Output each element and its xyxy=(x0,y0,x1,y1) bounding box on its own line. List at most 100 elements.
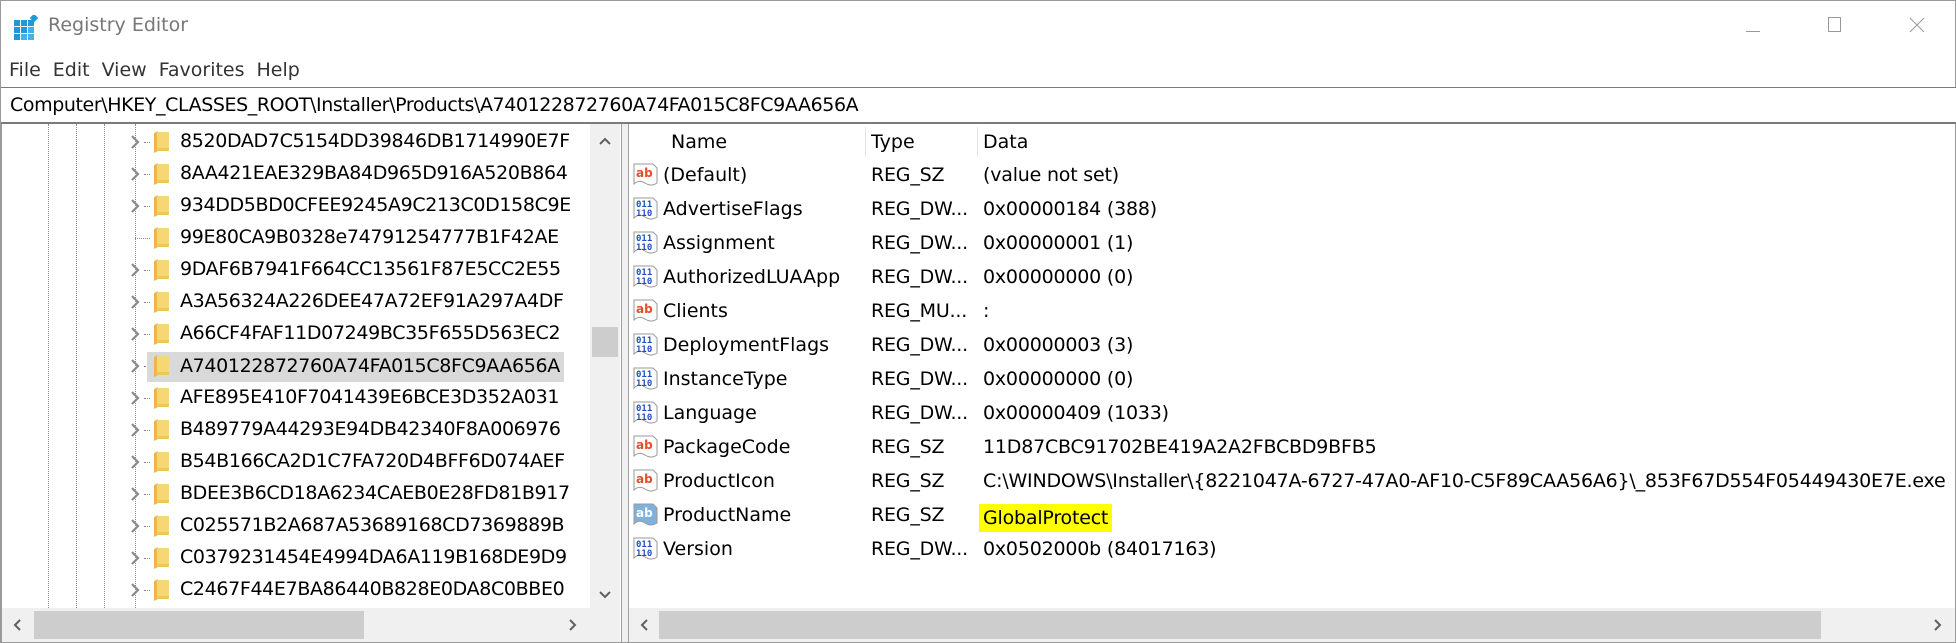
string-value-icon: ab xyxy=(633,435,659,460)
address-path[interactable]: Computer\HKEY_CLASSES_ROOT\Installer\Pro… xyxy=(10,94,859,116)
chevron-right-icon[interactable] xyxy=(128,197,142,215)
value-row[interactable]: ab (Default) REG_SZ (value not set) xyxy=(629,158,1955,192)
value-name: AdvertiseFlags xyxy=(663,198,803,220)
tree-item-label: 934DD5BD0CFEE9245A9C213C0D158C9E xyxy=(180,194,571,216)
value-name: Language xyxy=(663,402,757,424)
menu-bar: File Edit View Favorites Help xyxy=(1,53,1955,87)
close-button[interactable] xyxy=(1877,1,1956,53)
address-bar[interactable]: Computer\HKEY_CLASSES_ROOT\Installer\Pro… xyxy=(1,87,1956,124)
chevron-right-icon[interactable] xyxy=(128,133,142,151)
tree-item[interactable]: A66CF4FAF11D07249BC35F655D563EC2 xyxy=(2,318,588,350)
scroll-right-button[interactable] xyxy=(558,610,588,640)
value-data: 0x00000000 (0) xyxy=(983,266,1134,288)
folder-icon xyxy=(152,195,170,217)
tree-item[interactable]: A3A56324A226DEE47A72EF91A297A4DF xyxy=(2,286,588,318)
chevron-up-icon xyxy=(599,130,611,149)
value-row[interactable]: 011 110 AuthorizedLUAApp REG_DW... 0x0000000… xyxy=(629,260,1955,294)
value-row[interactable]: 011 110 Language REG_DW... 0x00000409 (1033) xyxy=(629,396,1955,430)
column-header-data[interactable]: Data xyxy=(983,131,1028,153)
value-row[interactable]: 011 110 Assignment REG_DW... 0x00000001 (1) xyxy=(629,226,1955,260)
scroll-left-button[interactable] xyxy=(2,610,32,640)
menu-view[interactable]: View xyxy=(97,53,152,87)
tree-horizontal-scrollbar[interactable] xyxy=(2,608,620,642)
chevron-right-icon[interactable] xyxy=(128,357,142,375)
minimize-button[interactable] xyxy=(1713,1,1793,53)
binary-value-icon: 011 110 xyxy=(633,537,659,562)
pane-splitter[interactable] xyxy=(621,124,629,642)
tree-item[interactable]: C2467F44E7BA86440B828E0DA8C0BBE0 xyxy=(2,574,588,606)
string-value-icon: ab xyxy=(633,469,659,494)
value-data: (value not set) xyxy=(983,164,1119,186)
menu-help[interactable]: Help xyxy=(252,53,305,87)
tree-item-label: B54B166CA2D1C7FA720D4BFF6D074AEF xyxy=(180,450,565,472)
scroll-right-button[interactable] xyxy=(1923,610,1953,640)
menu-edit[interactable]: Edit xyxy=(48,53,95,87)
tree-connector xyxy=(135,238,150,239)
tree-item[interactable]: BDEE3B6CD18A6234CAEB0E28FD81B917 xyxy=(2,478,588,510)
chevron-right-icon[interactable] xyxy=(128,421,142,439)
maximize-button[interactable] xyxy=(1795,1,1875,53)
value-type: REG_DW... xyxy=(871,334,968,356)
list-horizontal-scrollbar[interactable] xyxy=(629,608,1955,642)
tree-item[interactable]: 934DD5BD0CFEE9245A9C213C0D158C9E xyxy=(2,190,588,222)
chevron-right-icon[interactable] xyxy=(128,325,142,343)
tree-item[interactable]: B489779A44293E94DB42340F8A006976 xyxy=(2,414,588,446)
value-row[interactable]: 011 110 Version REG_DW... 0x0502000b (840171… xyxy=(629,532,1955,566)
tree-item[interactable]: A740122872760A74FA015C8FC9AA656A xyxy=(2,350,588,382)
svg-text:110: 110 xyxy=(636,209,652,219)
chevron-right-icon[interactable] xyxy=(128,581,142,599)
column-header-type[interactable]: Type xyxy=(871,131,915,153)
chevron-right-icon[interactable] xyxy=(128,165,142,183)
value-name: PackageCode xyxy=(663,436,791,458)
value-row[interactable]: 011 110 DeploymentFlags REG_DW... 0x00000003… xyxy=(629,328,1955,362)
value-row[interactable]: ab ProductName REG_SZ GlobalProtect xyxy=(629,498,1955,532)
value-row[interactable]: 011 110 InstanceType REG_DW... 0x00000000 (0… xyxy=(629,362,1955,396)
column-separator[interactable] xyxy=(977,127,978,157)
scroll-down-button[interactable] xyxy=(590,578,620,608)
maximize-icon xyxy=(1828,17,1842,37)
chevron-right-icon[interactable] xyxy=(128,485,142,503)
tree-item[interactable]: AFE895E410F7041439E6BCE3D352A031 xyxy=(2,382,588,414)
chevron-right-icon[interactable] xyxy=(128,293,142,311)
registry-editor-icon xyxy=(14,13,40,41)
tree-connector xyxy=(144,398,150,399)
value-row[interactable]: 011 110 AdvertiseFlags REG_DW... 0x00000184 … xyxy=(629,192,1955,226)
tree-vertical-scroll-thumb[interactable] xyxy=(592,327,618,357)
tree-connector xyxy=(144,462,150,463)
chevron-right-icon[interactable] xyxy=(128,389,142,407)
tree-item[interactable]: 8520DAD7C5154DD39846DB1714990E7F xyxy=(2,126,588,158)
tree-item[interactable]: 9DAF6B7941F664CC13561F87E5CC2E55 xyxy=(2,254,588,286)
binary-value-icon: 011 110 xyxy=(633,231,659,256)
folder-icon xyxy=(152,131,170,153)
scroll-left-button[interactable] xyxy=(629,610,659,640)
tree-vertical-scrollbar[interactable] xyxy=(590,124,620,608)
tree-item[interactable]: C0379231454E4994DA6A119B168DE9D9 xyxy=(2,542,588,574)
value-type: REG_MU... xyxy=(871,300,968,322)
value-row[interactable]: ab PackageCode REG_SZ 11D87CBC91702BE419A2A… xyxy=(629,430,1955,464)
tree-connector xyxy=(144,430,150,431)
chevron-right-icon[interactable] xyxy=(128,261,142,279)
scroll-up-button[interactable] xyxy=(590,124,620,154)
tree-connector xyxy=(144,270,150,271)
chevron-right-icon[interactable] xyxy=(128,549,142,567)
list-horizontal-scroll-thumb[interactable] xyxy=(659,611,1821,639)
tree-item-label: C025571B2A687A53689168CD7369889B xyxy=(180,514,565,536)
list-header: Name Type Data xyxy=(629,124,1955,158)
menu-file[interactable]: File xyxy=(4,53,46,87)
tree-item[interactable]: 99E80CA9B0328e74791254777B1F42AE xyxy=(2,222,588,254)
menu-favorites[interactable]: Favorites xyxy=(154,53,250,87)
chevron-right-icon[interactable] xyxy=(128,517,142,535)
value-data: 0x00000409 (1033) xyxy=(983,402,1169,424)
folder-icon xyxy=(152,547,170,569)
column-separator[interactable] xyxy=(865,127,866,157)
chevron-right-icon[interactable] xyxy=(128,453,142,471)
tree-item-label: 9DAF6B7941F664CC13561F87E5CC2E55 xyxy=(180,258,561,280)
column-header-name[interactable]: Name xyxy=(671,131,727,153)
value-row[interactable]: ab Clients REG_MU...: xyxy=(629,294,1955,328)
tree-item[interactable]: C025571B2A687A53689168CD7369889B xyxy=(2,510,588,542)
tree-item[interactable]: 8AA421EAE329BA84D965D916A520B864 xyxy=(2,158,588,190)
svg-text:ab: ab xyxy=(636,472,653,486)
tree-horizontal-scroll-thumb[interactable] xyxy=(34,611,364,639)
tree-item[interactable]: B54B166CA2D1C7FA720D4BFF6D074AEF xyxy=(2,446,588,478)
value-row[interactable]: ab ProductIcon REG_SZ C:\WINDOWS\Installer\… xyxy=(629,464,1955,498)
